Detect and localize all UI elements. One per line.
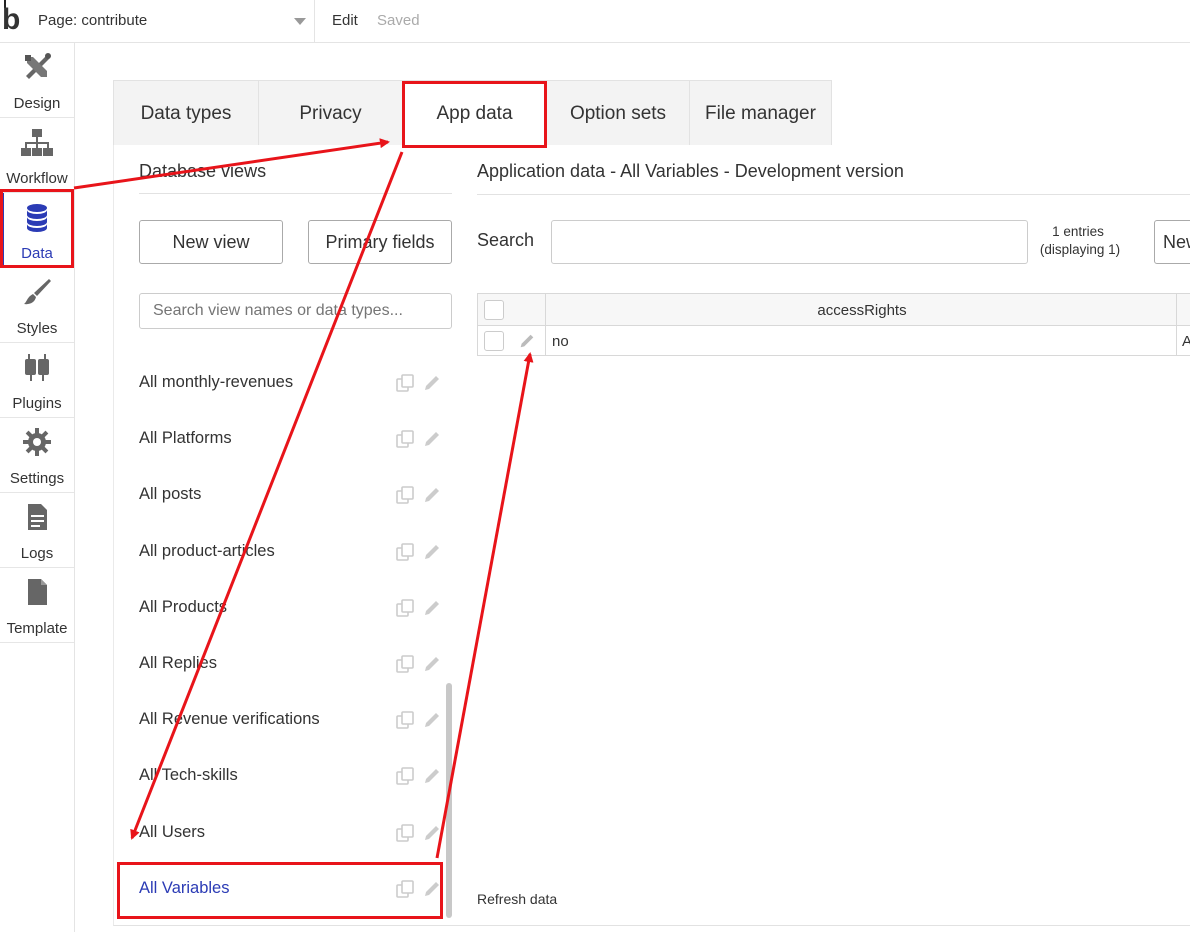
pencil-icon[interactable] (422, 542, 442, 562)
nav-label: Logs (20, 545, 54, 562)
view-item-label: All Replies (139, 654, 217, 672)
data-table: accessRights no A (477, 293, 1190, 356)
page-selector-label: Page: contribute (38, 12, 148, 29)
nav-item-design[interactable]: Design (0, 43, 74, 118)
entries-displaying: (displaying 1) (1039, 242, 1121, 257)
edit-menu[interactable]: Edit (332, 12, 358, 29)
pencil-icon[interactable] (422, 710, 442, 730)
copy-icon[interactable] (395, 429, 415, 449)
view-item[interactable]: All Revenue verifications (139, 700, 452, 740)
app-data-title: Application data - All Variables - Devel… (477, 161, 904, 181)
nav-item-logs[interactable]: Logs (0, 493, 74, 568)
view-item[interactable]: All Tech-skills (139, 756, 452, 796)
copy-icon[interactable] (395, 823, 415, 843)
refresh-data-link[interactable]: Refresh data (477, 891, 557, 907)
view-item[interactable]: All product-articles (139, 532, 452, 572)
divider (139, 193, 452, 194)
view-item-label: All Platforms (139, 429, 232, 447)
pencil-icon[interactable] (422, 485, 442, 505)
view-item[interactable]: All monthly-revenues (139, 363, 452, 403)
copy-icon[interactable] (395, 373, 415, 393)
view-item-label: All product-articles (139, 542, 275, 560)
new-view-button[interactable]: New view (139, 220, 283, 264)
tab-app-data[interactable]: App data (403, 81, 547, 145)
nav-label: Design (13, 95, 61, 112)
nav-label: Data (21, 245, 53, 262)
pencil-icon[interactable] (422, 373, 442, 393)
top-bar: b Page: contribute Edit Saved (0, 0, 1190, 43)
view-list-scrollbar[interactable] (446, 683, 452, 918)
left-nav: Design Workflow Data Styles Plugins Sett… (0, 43, 75, 932)
select-all-checkbox[interactable] (484, 300, 504, 320)
copy-icon[interactable] (395, 485, 415, 505)
copy-icon[interactable] (395, 542, 415, 562)
view-item-label: All monthly-revenues (139, 373, 294, 391)
nav-item-template[interactable]: Template (0, 568, 74, 643)
view-item[interactable]: All Replies (139, 644, 452, 684)
workflow-icon (21, 129, 53, 156)
nav-item-plugins[interactable]: Plugins (0, 343, 74, 418)
tab-data-types[interactable]: Data types (114, 81, 259, 145)
nav-item-styles[interactable]: Styles (0, 268, 74, 343)
app-data-search-input[interactable] (551, 220, 1028, 264)
nav-label: Template (6, 620, 68, 637)
pencil-icon[interactable] (422, 598, 442, 618)
nav-label: Plugins (12, 395, 62, 412)
nav-label: Settings (9, 470, 65, 487)
search-views-input[interactable] (139, 293, 452, 329)
save-status: Saved (377, 12, 420, 29)
primary-fields-button[interactable]: Primary fields (308, 220, 452, 264)
column-header-accessrights[interactable]: accessRights (546, 302, 1178, 319)
nav-label: Workflow (6, 170, 68, 187)
nav-item-settings[interactable]: Settings (0, 418, 74, 493)
new-entry-button[interactable]: New (1154, 220, 1190, 264)
page-selector[interactable]: Page: contribute (30, 0, 315, 42)
nav-label: Styles (16, 320, 58, 337)
nav-item-workflow[interactable]: Workflow (0, 118, 74, 193)
tab-privacy[interactable]: Privacy (259, 81, 403, 145)
tab-option-sets[interactable]: Option sets (547, 81, 690, 145)
brush-icon (24, 279, 51, 305)
copy-icon[interactable] (395, 710, 415, 730)
pencil-icon[interactable] (518, 332, 536, 350)
pencil-icon[interactable] (422, 879, 442, 899)
view-item[interactable]: All Products (139, 588, 452, 628)
view-item-label: All posts (139, 485, 202, 503)
chevron-down-icon (294, 18, 306, 25)
view-item-label: All Variables (139, 879, 230, 897)
view-item-label: All Users (139, 823, 206, 841)
pencil-icon[interactable] (422, 823, 442, 843)
plug-icon (25, 354, 49, 381)
copy-icon[interactable] (395, 598, 415, 618)
bubble-logo[interactable]: b (2, 2, 20, 38)
nav-item-data[interactable]: Data (0, 193, 74, 268)
pencil-icon[interactable] (422, 654, 442, 674)
gear-icon (23, 428, 51, 456)
cell-next-column[interactable]: A (1182, 333, 1190, 350)
view-item-label: All Products (139, 598, 228, 616)
view-item[interactable]: All Variables (139, 869, 452, 909)
document-icon (28, 504, 47, 530)
entries-count: 1 entries (1052, 224, 1104, 239)
search-label: Search (477, 230, 535, 250)
view-item[interactable]: All Users (139, 813, 452, 853)
copy-icon[interactable] (395, 654, 415, 674)
view-item[interactable]: All Platforms (139, 419, 452, 459)
cell-accessrights[interactable]: no (552, 333, 569, 350)
view-item-label: All Tech-skills (139, 766, 238, 784)
view-item[interactable]: All posts (139, 475, 452, 515)
row-checkbox[interactable] (484, 331, 504, 351)
data-icon (27, 204, 47, 232)
view-item-label: All Revenue verifications (139, 710, 320, 728)
data-tabs: Data types Privacy App data Option sets … (113, 80, 832, 145)
tab-file-manager[interactable]: File manager (690, 81, 832, 145)
design-icon (25, 53, 51, 79)
database-views-title: Database views (139, 161, 267, 181)
copy-icon[interactable] (395, 879, 415, 899)
pencil-icon[interactable] (422, 766, 442, 786)
copy-icon[interactable] (395, 766, 415, 786)
divider (477, 194, 1190, 195)
pencil-icon[interactable] (422, 429, 442, 449)
template-icon (28, 579, 47, 605)
